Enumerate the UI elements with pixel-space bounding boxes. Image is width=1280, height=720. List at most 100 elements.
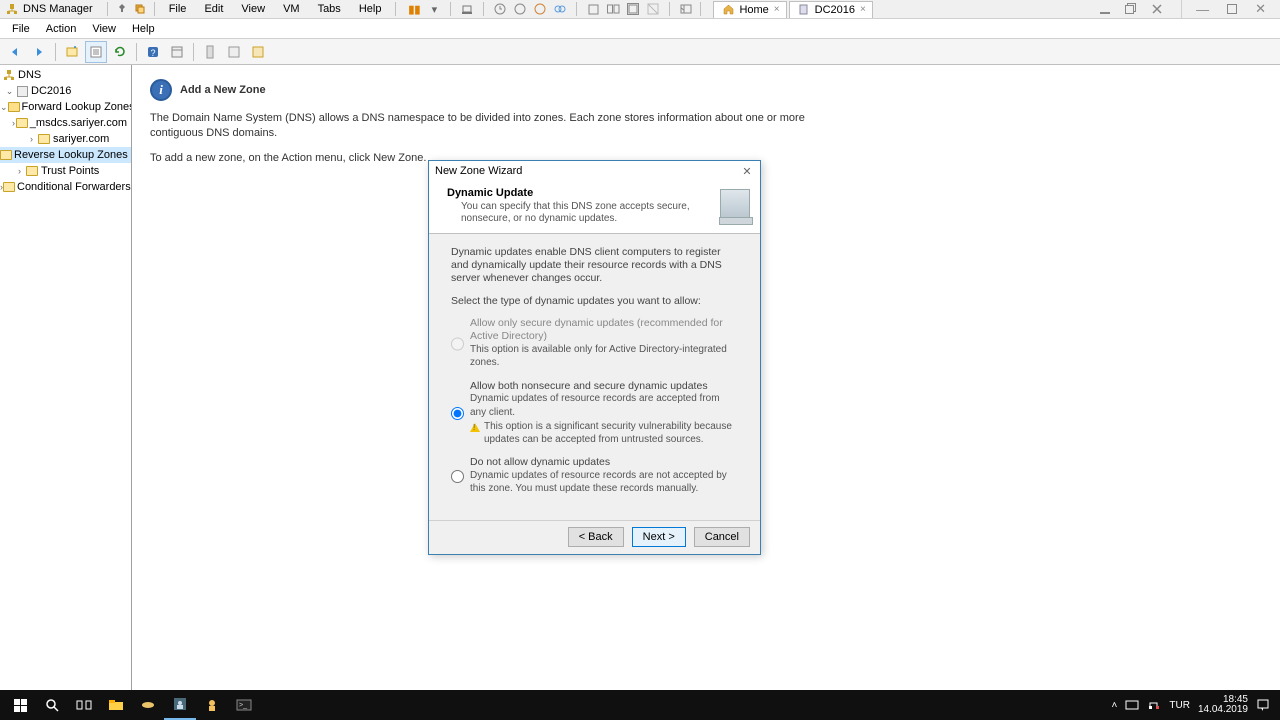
tree-zone-msdcs[interactable]: › _msdcs.sariyer.com xyxy=(0,115,131,131)
vm-menu-edit[interactable]: Edit xyxy=(196,1,231,17)
vm-copy-icon[interactable] xyxy=(132,1,148,17)
dropdown-icon[interactable]: ▾ xyxy=(426,1,442,17)
vm-window-controls xyxy=(1099,3,1173,15)
tray-expand-icon[interactable]: ˄ xyxy=(1112,700,1118,711)
tree-cond-label: Conditional Forwarders xyxy=(17,181,131,193)
collapse-icon[interactable]: ⌄ xyxy=(4,86,15,97)
menu-view[interactable]: View xyxy=(84,21,124,37)
fullscreen-icon[interactable] xyxy=(625,1,641,17)
snapshot-icon[interactable] xyxy=(512,1,528,17)
option-none[interactable]: Do not allow dynamic updates Dynamic upd… xyxy=(451,456,738,496)
outer-window-controls: — ✕ xyxy=(1181,0,1280,18)
tree-server[interactable]: ⌄ DC2016 xyxy=(0,83,131,99)
filter3-button[interactable] xyxy=(247,41,269,63)
file-explorer-icon[interactable] xyxy=(100,690,132,720)
radio-both[interactable] xyxy=(451,381,464,447)
page-title: Add a New Zone xyxy=(180,84,266,96)
wizard-titlebar[interactable]: New Zone Wizard ✕ xyxy=(429,161,760,181)
library-icon[interactable] xyxy=(678,1,694,17)
taskbar-app3-icon[interactable] xyxy=(196,690,228,720)
back-button[interactable]: < Back xyxy=(568,527,624,547)
taskbar-app1-icon[interactable] xyxy=(132,690,164,720)
opt3-desc: Dynamic updates of resource records are … xyxy=(470,470,727,495)
menu-file[interactable]: File xyxy=(4,21,38,37)
taskbar-app2-icon[interactable] xyxy=(164,690,196,720)
tree-root-dns[interactable]: DNS xyxy=(0,67,131,83)
tree-zone-sariyer[interactable]: › sariyer.com xyxy=(0,131,131,147)
pin-icon[interactable] xyxy=(114,1,130,17)
cancel-button[interactable]: Cancel xyxy=(694,527,750,547)
tree-cond-fwd[interactable]: › Conditional Forwarders xyxy=(0,179,131,195)
tree-rev-zones[interactable]: Reverse Lookup Zones xyxy=(0,147,131,163)
send-ctrl-alt-del-icon[interactable] xyxy=(459,1,475,17)
details-button[interactable] xyxy=(166,41,188,63)
properties-button[interactable] xyxy=(85,41,107,63)
tree-fwd-label: Forward Lookup Zones xyxy=(22,101,132,113)
opt2-warning: This option is a significant security vu… xyxy=(470,421,738,446)
unity-icon[interactable] xyxy=(585,1,601,17)
taskbar-cmd-icon[interactable]: >_ xyxy=(228,690,260,720)
forward-button[interactable] xyxy=(28,41,50,63)
vm-menu-help[interactable]: Help xyxy=(351,1,390,17)
tray-notifications-icon[interactable] xyxy=(1256,698,1270,712)
start-button[interactable] xyxy=(4,690,36,720)
opt2-label: Allow both nonsecure and secure dynamic … xyxy=(470,380,738,393)
vm-menu-view[interactable]: View xyxy=(233,1,273,17)
content-header: i Add a New Zone xyxy=(150,79,1262,101)
tray-clock[interactable]: 18:45 14.04.2019 xyxy=(1198,695,1248,716)
new-button[interactable] xyxy=(61,41,83,63)
close-icon[interactable]: ✕ xyxy=(740,165,754,178)
radio-secure-only[interactable] xyxy=(451,318,464,369)
menu-action[interactable]: Action xyxy=(38,21,85,37)
snapshot-revert-icon[interactable] xyxy=(532,1,548,17)
tray-lang[interactable]: TUR xyxy=(1169,700,1190,711)
pause-icon[interactable]: ▮▮ xyxy=(406,1,422,17)
clock-icon[interactable] xyxy=(492,1,508,17)
info-icon: i xyxy=(150,79,172,101)
tray-network-icon[interactable] xyxy=(1147,699,1161,711)
tray-icon-1[interactable] xyxy=(1125,699,1139,711)
wizard-server-icon xyxy=(720,189,750,223)
folder-icon xyxy=(25,165,39,177)
radio-none[interactable] xyxy=(451,457,464,496)
folder-icon xyxy=(3,181,15,193)
vm-menu-file[interactable]: File xyxy=(161,1,195,17)
close-icon[interactable]: × xyxy=(774,4,780,15)
option-secure-only[interactable]: Allow only secure dynamic updates (recom… xyxy=(451,317,738,369)
minimize-icon[interactable] xyxy=(1099,3,1111,15)
option-both[interactable]: Allow both nonsecure and secure dynamic … xyxy=(451,380,738,447)
outer-close-icon[interactable]: ✕ xyxy=(1255,1,1266,17)
tree-trust-label: Trust Points xyxy=(41,165,99,177)
vm-menu-vm[interactable]: VM xyxy=(275,1,308,17)
next-button[interactable]: Next > xyxy=(632,527,686,547)
snapshot-manager-icon[interactable] xyxy=(552,1,568,17)
expand-icon[interactable]: › xyxy=(26,134,37,144)
vm-tab-home[interactable]: Home × xyxy=(713,1,786,18)
svg-text:?: ? xyxy=(150,48,155,58)
tree-fwd-zones[interactable]: ⌄ Forward Lookup Zones xyxy=(0,99,131,115)
outer-maximize-icon[interactable] xyxy=(1227,4,1237,14)
filter2-button[interactable] xyxy=(223,41,245,63)
tree-trust-points[interactable]: › Trust Points xyxy=(0,163,131,179)
outer-minimize-icon[interactable]: — xyxy=(1196,2,1209,17)
expand-icon[interactable]: › xyxy=(14,166,25,176)
dns-app-icon xyxy=(4,1,20,17)
refresh-button[interactable] xyxy=(109,41,131,63)
vm-menu-tabs[interactable]: Tabs xyxy=(310,1,349,17)
server-icon xyxy=(796,2,812,18)
search-icon[interactable] xyxy=(36,690,68,720)
task-view-icon[interactable] xyxy=(68,690,100,720)
help-button[interactable]: ? xyxy=(142,41,164,63)
maximize-stack-icon[interactable] xyxy=(1125,3,1137,15)
collapse-icon[interactable]: ⌄ xyxy=(0,102,8,113)
seamless-icon[interactable] xyxy=(645,1,661,17)
menu-help[interactable]: Help xyxy=(124,21,163,37)
vm-tab-dc2016[interactable]: DC2016 × xyxy=(789,1,873,18)
new-zone-wizard: New Zone Wizard ✕ Dynamic Update You can… xyxy=(428,160,761,555)
close-icon[interactable]: × xyxy=(860,4,866,15)
multimon-icon[interactable] xyxy=(605,1,621,17)
filter1-button[interactable] xyxy=(199,41,221,63)
zone-icon xyxy=(16,117,28,129)
close-icon[interactable] xyxy=(1151,3,1163,15)
back-button[interactable] xyxy=(4,41,26,63)
